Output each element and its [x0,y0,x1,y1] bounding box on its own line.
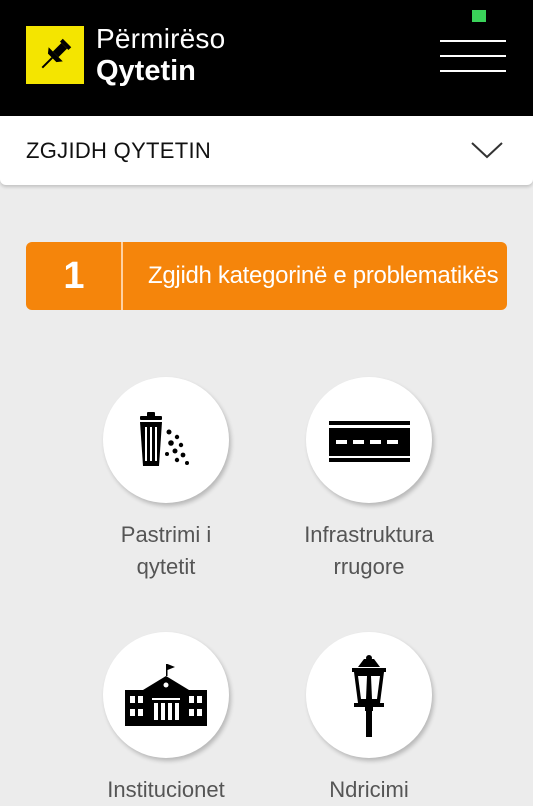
step-banner: 1 Zgjidh kategorinë e problematikës [26,242,507,310]
app-header: Përmirëso Qytetin [0,0,533,116]
step-number: 1 [63,255,85,297]
city-select-dropdown[interactable]: ZGJIDH QYTETIN [0,116,533,185]
pushpin-icon [26,26,84,84]
category-label: Infrastruktura rrugore [269,519,469,583]
category-label: Institucionet [66,774,266,806]
category-label: Ndricimi [269,774,469,806]
logo-title-line2: Qytetin [96,55,196,87]
category-lighting[interactable]: Ndricimi [269,632,469,806]
category-label-line1: Institucionet [107,777,225,802]
category-institutions[interactable]: Institucionet [66,632,266,806]
chevron-down-icon [471,142,503,159]
category-label: Pastrimi i qytetit [66,519,266,583]
category-label-line1: Infrastruktura [304,522,434,547]
step-instruction: Zgjidh kategorinë e problematikës [148,262,499,289]
school-building-icon [103,632,229,758]
category-label-line2: rrugore [333,554,405,579]
category-label-line1: Pastrimi i [120,522,212,547]
category-road-infrastructure[interactable]: Infrastruktura rrugore [269,377,469,583]
status-indicator [472,10,486,22]
street-lamp-icon [306,632,432,758]
logo-title-line1: Përmirëso [96,23,226,54]
hamburger-menu-icon[interactable] [436,36,510,76]
category-cleaning[interactable]: Pastrimi i qytetit [66,377,266,583]
trash-can-icon [103,377,229,503]
category-label-line1: Ndricimi [329,777,409,802]
step-divider [121,242,123,310]
road-icon [306,377,432,503]
category-label-line2: qytetit [136,554,196,579]
city-select-label: ZGJIDH QYTETIN [26,138,212,163]
